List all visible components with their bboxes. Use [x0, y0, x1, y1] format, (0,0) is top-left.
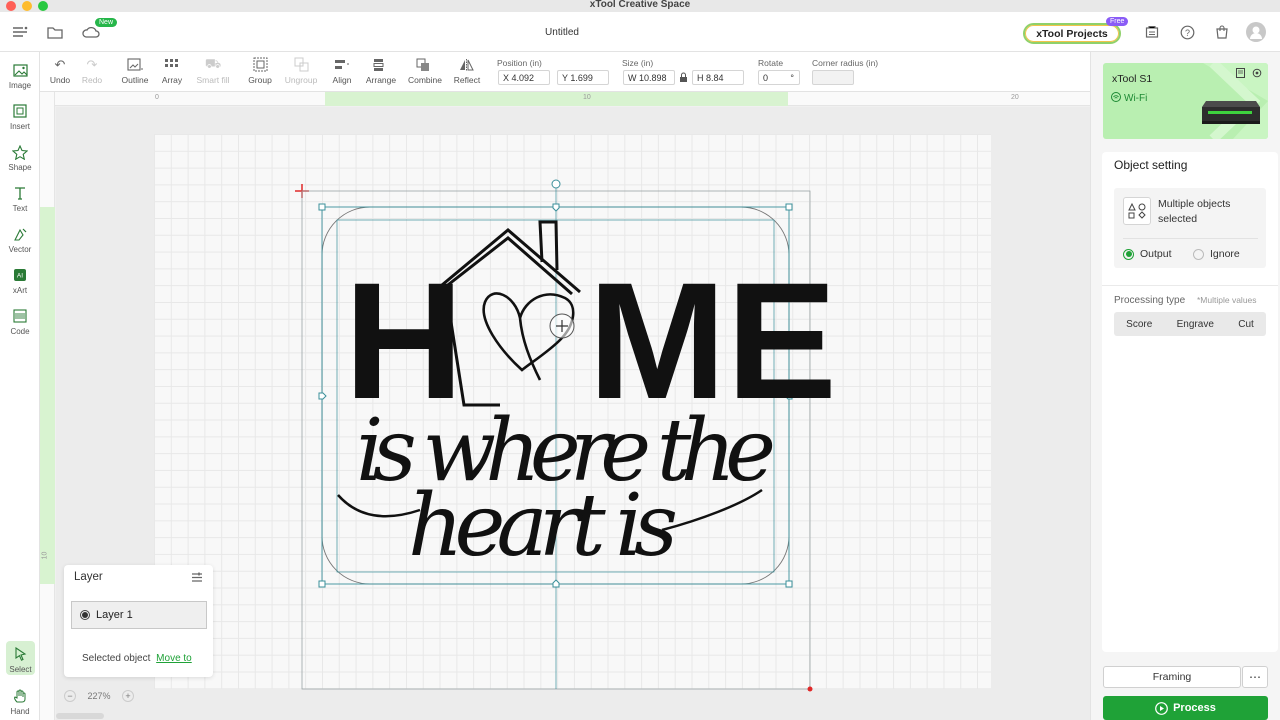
rotate-handle[interactable]: [551, 179, 561, 189]
laser-machine-image: [1202, 101, 1260, 124]
resize-handle-bottom[interactable]: [552, 579, 560, 588]
processing-type-label: Processing type: [1114, 295, 1186, 306]
selected-object-text: Selected object: [82, 653, 151, 664]
zoom-control: − 227% +: [64, 687, 134, 705]
layer-name: Layer 1: [96, 609, 133, 621]
zoom-out-button[interactable]: −: [64, 690, 76, 702]
device-status-text: Wi-Fi: [1124, 93, 1148, 104]
resize-handle-top-right[interactable]: [785, 203, 793, 211]
process-button[interactable]: Process: [1103, 696, 1268, 720]
layer-row[interactable]: Layer 1: [71, 601, 207, 629]
zoom-level[interactable]: 227%: [87, 691, 110, 701]
layer-radio-icon[interactable]: [80, 610, 90, 620]
layer-settings-icon[interactable]: [191, 572, 203, 584]
work-area-corner-marker: [807, 686, 813, 692]
processing-type-score[interactable]: Score: [1126, 319, 1152, 330]
ignore-option[interactable]: Ignore: [1193, 248, 1240, 260]
processing-type-cut[interactable]: Cut: [1238, 319, 1254, 330]
wifi-icon: [1111, 92, 1121, 105]
resize-handle-bottom-left[interactable]: [318, 580, 326, 588]
layer-panel: Layer Layer 1 Selected object Move to: [64, 565, 213, 677]
device-status: Wi-Fi: [1111, 92, 1147, 105]
design-line-heart-is: heart is: [408, 476, 678, 576]
ignore-label: Ignore: [1210, 248, 1240, 260]
device-card[interactable]: xTool S1 Wi-Fi: [1103, 63, 1268, 139]
more-options-button[interactable]: ⋯: [1242, 666, 1268, 688]
resize-handle-left[interactable]: [318, 392, 327, 400]
multiple-shapes-icon: [1123, 197, 1151, 225]
object-setting-panel: Object setting Multiple objects selected…: [1102, 152, 1278, 652]
framing-button[interactable]: Framing: [1103, 666, 1241, 688]
device-settings-icon[interactable]: [1252, 68, 1262, 78]
processing-type-note: *Multiple values: [1197, 295, 1257, 305]
zoom-in-button[interactable]: +: [122, 690, 134, 702]
processing-type-selector[interactable]: Score Engrave Cut: [1114, 312, 1266, 336]
layer-panel-title: Layer: [74, 571, 103, 583]
device-doc-icon[interactable]: [1236, 68, 1245, 78]
horizontal-scrollbar[interactable]: [56, 713, 104, 719]
processing-type-engrave[interactable]: Engrave: [1177, 319, 1214, 330]
process-label: Process: [1173, 702, 1216, 714]
object-setting-title: Object setting: [1114, 158, 1188, 172]
move-to-link[interactable]: Move to: [156, 653, 192, 664]
resize-handle-bottom-right[interactable]: [785, 580, 793, 588]
selected-object-row: Selected object Move to: [82, 653, 192, 664]
section-divider: [1102, 285, 1278, 286]
output-label: Output: [1140, 248, 1172, 260]
play-icon: [1155, 701, 1168, 715]
ignore-radio-icon[interactable]: [1193, 248, 1204, 260]
output-option[interactable]: Output: [1123, 248, 1172, 260]
resize-handle-top-left[interactable]: [318, 203, 326, 211]
resize-handle-top[interactable]: [552, 203, 560, 212]
selection-summary: Multiple objects selected: [1158, 198, 1231, 225]
output-radio-icon[interactable]: [1123, 248, 1134, 260]
summary-divider: [1123, 238, 1258, 239]
device-name: xTool S1: [1112, 73, 1153, 85]
